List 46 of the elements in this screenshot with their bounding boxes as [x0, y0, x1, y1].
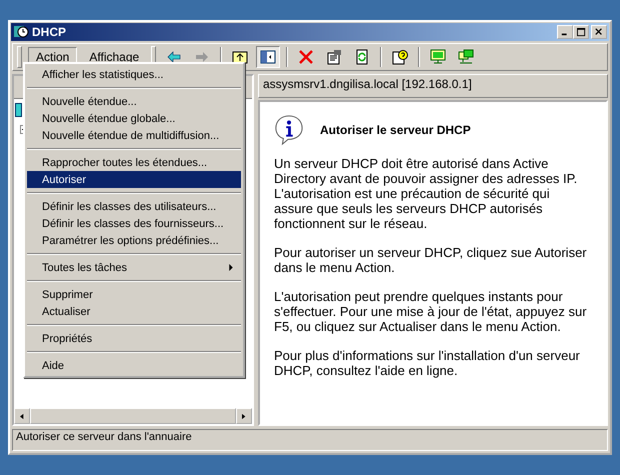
paragraph: Un serveur DHCP doit être autorisé dans Active Directory avant de pouvoir assigner des adresses IP. L'autorisation est une précaution de sécurité qui assure que seuls les serveurs DHCP autorisés fonctionnent sur le réseau.: [274, 156, 578, 231]
maximize-button[interactable]: [573, 25, 589, 39]
left-arrow-icon: [20, 412, 24, 420]
up-folder-icon: [232, 49, 248, 65]
menu-item[interactable]: Affichage: [81, 47, 148, 67]
menu-item[interactable]: Autoriser: [27, 171, 241, 188]
menu-item[interactable]: Toutes les tâches: [27, 259, 241, 276]
menu-item[interactable]: Supprimer: [27, 286, 241, 303]
refresh-icon: [354, 49, 370, 65]
tree-toggle-button[interactable]: [256, 46, 280, 68]
window-title: DHCP: [32, 25, 68, 39]
menu-item[interactable]: Rapprocher toutes les étendues...: [27, 154, 241, 171]
monitor-icon: [430, 49, 446, 65]
menu-item[interactable]: Définir les classes des fournisseurs...: [27, 215, 241, 232]
scroll-left-button[interactable]: [14, 408, 30, 424]
menu-item[interactable]: Nouvelle étendue de multidiffusion...: [27, 127, 241, 144]
help-icon: [392, 49, 408, 65]
properties-icon: [326, 49, 342, 65]
pane-icon: [260, 49, 276, 65]
left-arrow-icon: [166, 49, 182, 65]
close-button[interactable]: [591, 25, 607, 39]
pane-header: assysmsrv1.dngilisa.local [192.168.0.1]: [258, 74, 608, 98]
menu-item[interactable]: Paramétrer les options prédéfinies...: [27, 232, 241, 249]
maximize-icon: [576, 28, 586, 36]
right-arrow-icon: [194, 49, 210, 65]
info-icon: [274, 114, 304, 146]
menu-item[interactable]: Actualiser: [27, 303, 241, 320]
menu-item[interactable]: Définir les classes des utilisateurs...: [27, 198, 241, 215]
close-icon: [595, 28, 603, 36]
delete-icon: [298, 49, 314, 65]
paragraph: L'autorisation peut prendre quelques instants pour s'effectuer. Pour une mise à jour de l'état, appuyez sur F5, ou cliquez sur Actualiser dans le menu Action.: [274, 289, 588, 334]
menu-item[interactable]: Aide: [27, 357, 241, 374]
menu-item[interactable]: Nouvelle étendue globale...: [27, 110, 241, 127]
right-arrow-icon: [242, 412, 246, 420]
clock-icon: [13, 24, 29, 40]
minimize-button[interactable]: [557, 25, 573, 39]
menu-item[interactable]: Afficher les statistiques...: [27, 66, 241, 83]
status-text: Autoriser ce serveur dans l'annuaire: [16, 431, 192, 443]
menu-item[interactable]: Nouvelle étendue...: [27, 93, 241, 110]
server-icon: [15, 103, 22, 117]
panel-title: Autoriser le serveur DHCP: [320, 123, 471, 137]
monitors-icon: [458, 49, 474, 65]
paragraph: Pour plus d'informations sur l'installation d'un serveur DHCP, consultez l'aide en ligne.: [274, 348, 581, 378]
menu-item[interactable]: Propriétés: [27, 330, 241, 347]
paragraph: Pour autoriser un serveur DHCP, cliquez sue Autoriser dans le menu Action.: [274, 245, 588, 275]
scroll-right-button[interactable]: [236, 408, 252, 424]
